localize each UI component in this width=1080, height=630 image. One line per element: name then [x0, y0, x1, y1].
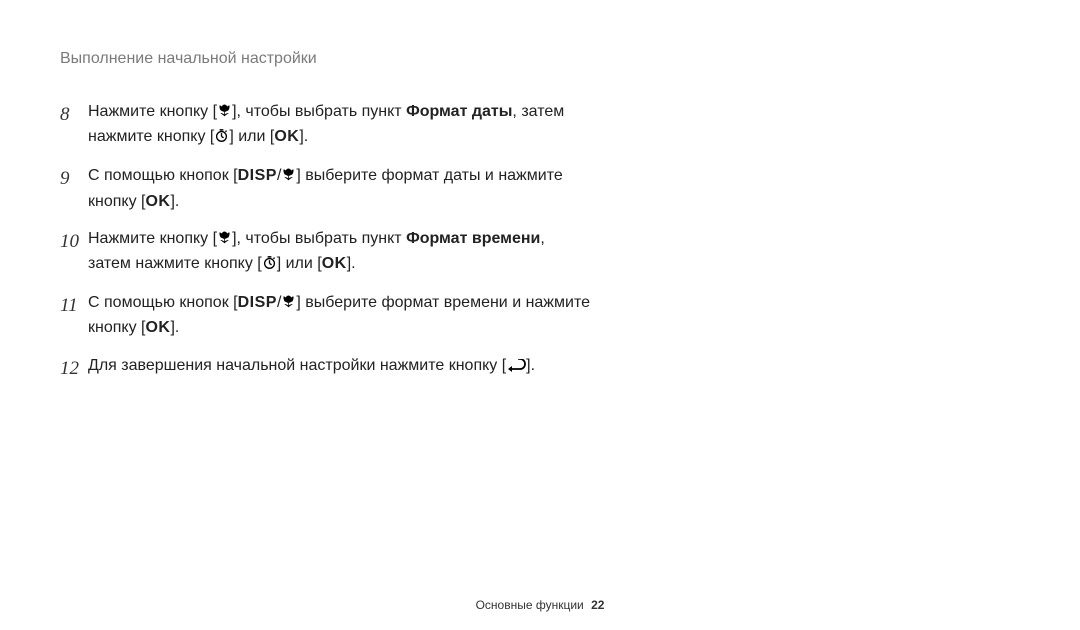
step-text: С помощью кнопок [DISP/] выберите формат…: [88, 291, 590, 339]
macro-icon: [281, 293, 296, 316]
step-text: С помощью кнопок [DISP/] выберите формат…: [88, 164, 590, 212]
instruction-step: 10Нажмите кнопку [], чтобы выбрать пункт…: [60, 227, 590, 277]
macro-icon: [217, 229, 232, 252]
bold-term: Формат времени: [406, 230, 540, 247]
footer-page-number: 22: [591, 598, 604, 612]
instruction-step: 8Нажмите кнопку [], чтобы выбрать пункт …: [60, 100, 590, 150]
step-number: 8: [60, 100, 88, 129]
timer-icon: [262, 254, 277, 277]
steps-list: 8Нажмите кнопку [], чтобы выбрать пункт …: [60, 100, 590, 382]
macro-icon: [217, 102, 232, 125]
disp-label: DISP: [238, 167, 277, 184]
macro-icon: [281, 166, 296, 189]
instruction-step: 11С помощью кнопок [DISP/] выберите форм…: [60, 291, 590, 339]
document-page: Выполнение начальной настройки 8Нажмите …: [0, 0, 1080, 630]
page-footer: Основные функции 22: [0, 598, 1080, 612]
timer-icon: [214, 127, 229, 150]
step-text: Нажмите кнопку [], чтобы выбрать пункт Ф…: [88, 100, 590, 150]
footer-section-label: Основные функции: [476, 598, 584, 612]
step-number: 11: [60, 291, 88, 320]
disp-label: DISP: [238, 294, 277, 311]
step-number: 12: [60, 354, 88, 383]
ok-label: OK: [145, 193, 170, 210]
step-text: Нажмите кнопку [], чтобы выбрать пункт Ф…: [88, 227, 590, 277]
ok-label: OK: [274, 128, 299, 145]
step-number: 10: [60, 227, 88, 256]
ok-label: OK: [145, 319, 170, 336]
back-icon: [506, 357, 526, 380]
step-number: 9: [60, 164, 88, 193]
bold-term: Формат даты: [406, 103, 512, 120]
ok-label: OK: [322, 255, 347, 272]
step-text: Для завершения начальной настройки нажми…: [88, 354, 535, 380]
instruction-step: 12Для завершения начальной настройки наж…: [60, 354, 590, 383]
instruction-step: 9С помощью кнопок [DISP/] выберите форма…: [60, 164, 590, 212]
page-header-title: Выполнение начальной настройки: [60, 50, 1020, 68]
